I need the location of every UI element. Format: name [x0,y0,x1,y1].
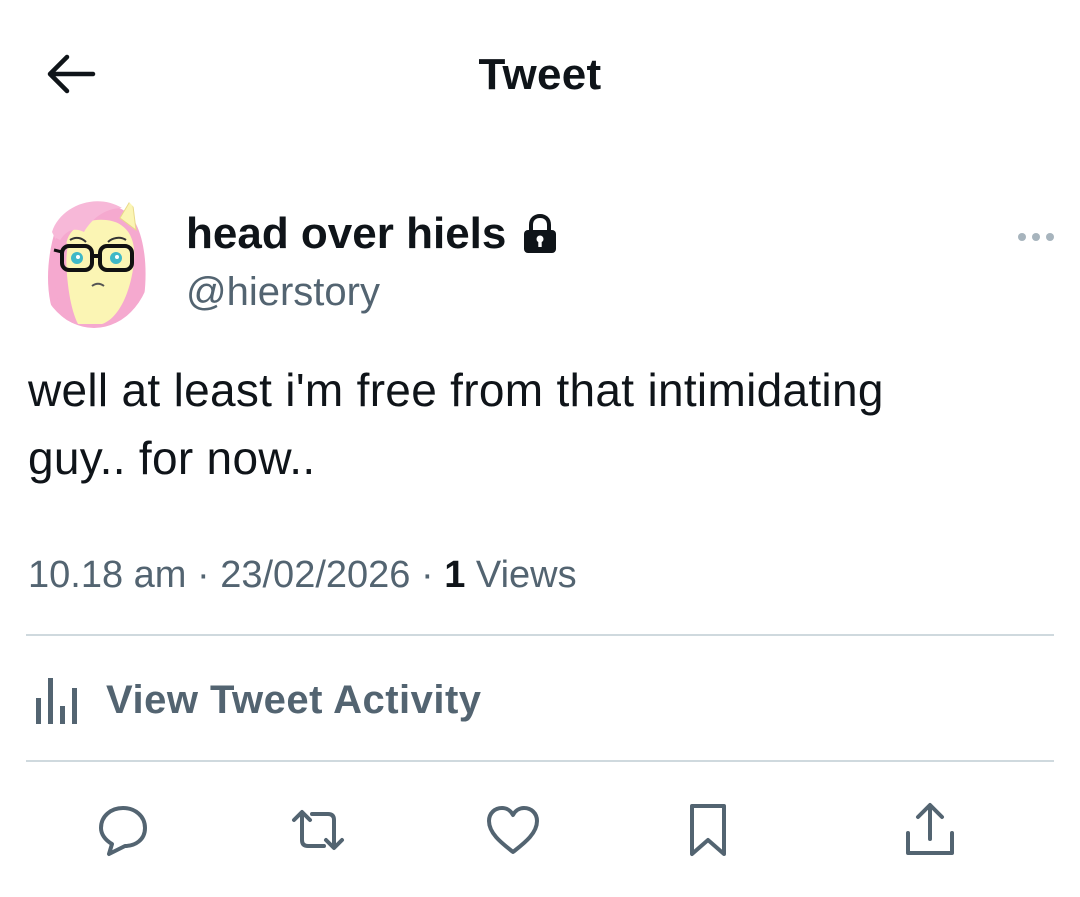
display-name-text: head over hiels [186,209,507,258]
meta-separator: · [197,554,210,596]
reply-icon [99,806,147,856]
divider [26,634,1054,636]
bookmark-icon [690,804,726,856]
author-handle[interactable]: @hierstory [186,268,380,316]
reply-button[interactable] [93,800,153,860]
tweet-text-line: well at least i'm free from that intimid… [28,364,884,416]
retweet-button[interactable] [288,800,348,860]
more-dots-icon [1018,233,1054,241]
bookmark-button[interactable] [678,800,738,860]
views-count: 1 [444,554,466,596]
top-bar: Tweet [0,0,1080,150]
heart-icon [487,806,539,854]
divider [26,760,1054,762]
retweet-icon [292,810,344,850]
bar-chart-icon [36,678,77,724]
avatar[interactable] [36,188,152,328]
activity-label: View Tweet Activity [106,677,482,722]
tweet-text: well at least i'm free from that intimid… [28,356,1058,492]
view-tweet-activity-button[interactable]: View Tweet Activity [30,672,482,728]
author-display-name[interactable]: head over hiels [186,208,560,260]
tweet-date[interactable]: 23/02/2026 [220,554,410,596]
lock-icon [520,212,560,256]
share-icon [906,803,954,855]
more-options-button[interactable] [1012,222,1060,252]
share-button[interactable] [900,800,960,860]
tweet-meta: 10.18 am · 23/02/2026 · 1 Views [28,550,577,600]
tweet-text-line: guy.. for now.. [28,432,316,484]
pony-avatar-image [48,196,146,328]
tweet-time[interactable]: 10.18 am [28,554,186,596]
like-button[interactable] [483,800,543,860]
meta-separator: · [420,554,434,596]
page-title: Tweet [478,50,602,99]
views-label: Views [475,554,577,596]
